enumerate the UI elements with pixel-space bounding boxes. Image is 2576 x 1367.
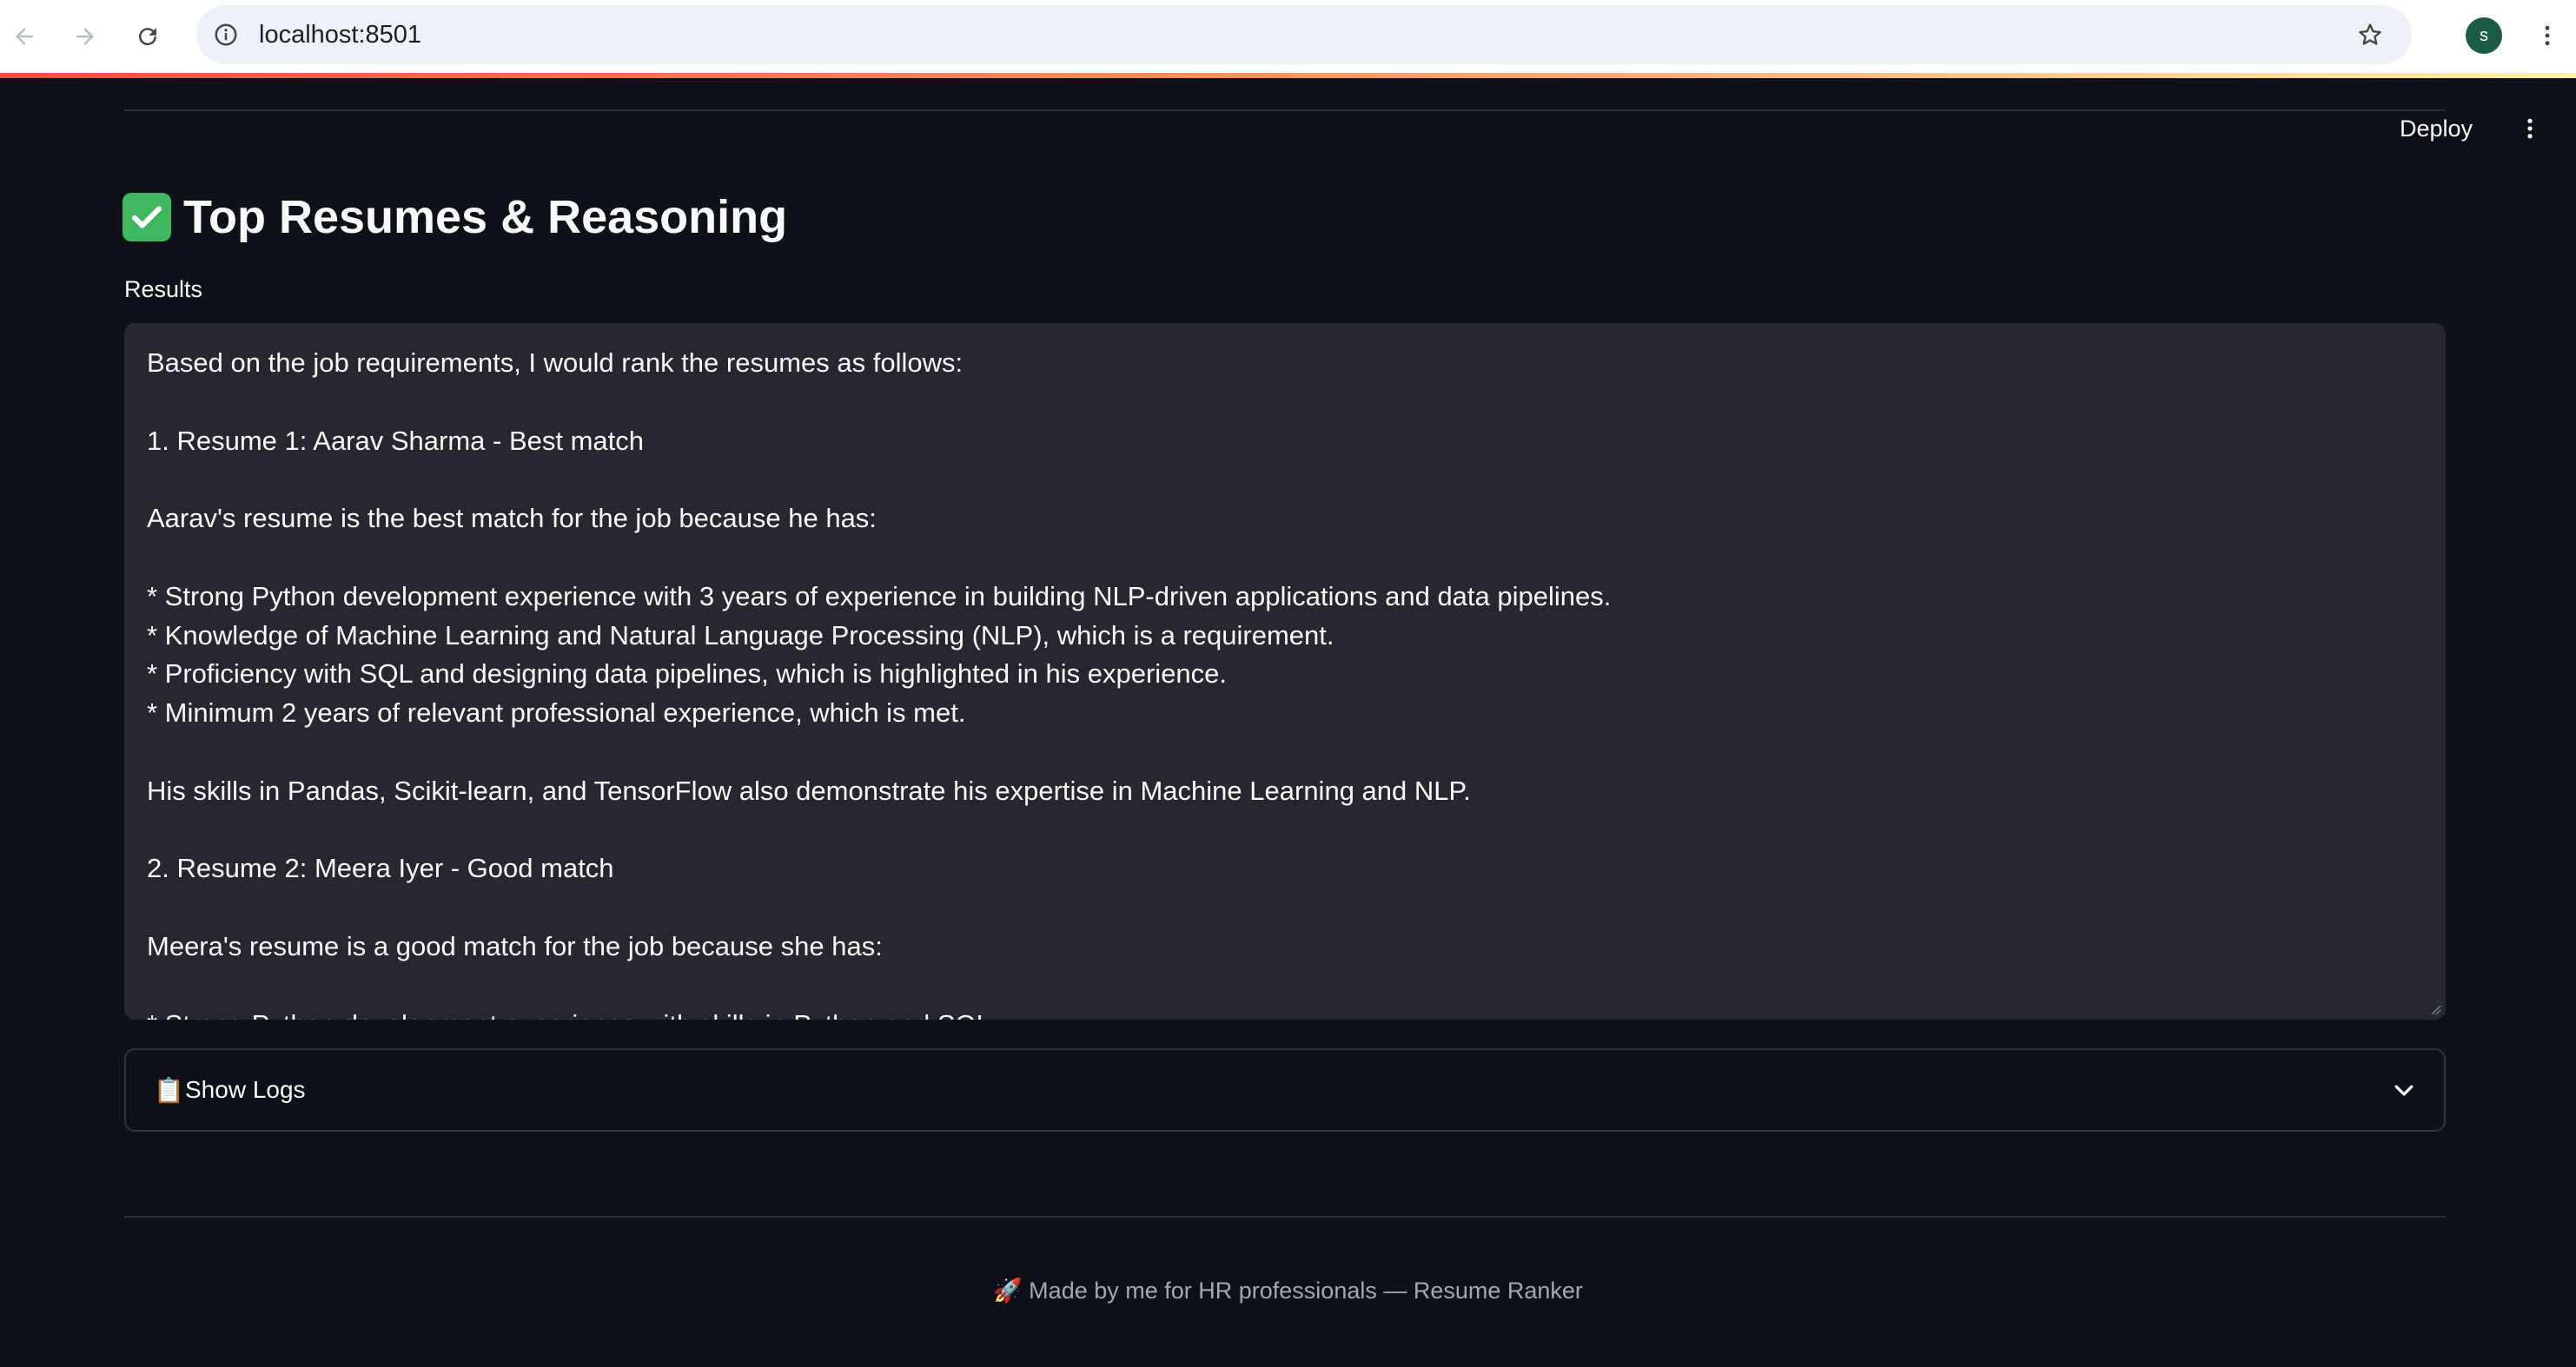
app-menu-icon[interactable] — [2513, 111, 2547, 146]
back-arrow-icon[interactable] — [3, 16, 45, 57]
page-title: Top Resumes & Reasoning — [123, 182, 787, 252]
url-text[interactable]: localhost:8501 — [259, 5, 421, 64]
browser-toolbar: localhost:8501 s — [0, 0, 2576, 73]
profile-avatar[interactable]: s — [2466, 17, 2502, 54]
check-mark-icon — [123, 193, 171, 241]
clipboard-icon: 📋 — [154, 1077, 184, 1104]
footer-text: 🚀 Made by me for HR professionals — Resu… — [993, 1278, 1583, 1304]
chevron-down-icon[interactable] — [2390, 1076, 2418, 1104]
results-text[interactable]: Based on the job requirements, I would r… — [147, 344, 2423, 1020]
address-bar[interactable]: localhost:8501 — [196, 5, 2412, 64]
kebab-menu-icon[interactable] — [2530, 17, 2565, 54]
streamlit-decoration-bar — [0, 73, 2576, 78]
deploy-button[interactable]: Deploy — [2400, 111, 2473, 146]
bookmark-star-icon[interactable] — [2354, 19, 2386, 50]
site-info-icon[interactable] — [210, 19, 242, 50]
forward-arrow-icon[interactable] — [64, 16, 106, 57]
show-logs-expander[interactable]: 📋 Show Logs — [124, 1048, 2446, 1132]
results-label: Results — [124, 276, 203, 302]
results-textarea[interactable]: Based on the job requirements, I would r… — [124, 323, 2446, 1020]
footer-divider — [124, 1216, 2446, 1218]
header-divider — [124, 109, 2446, 111]
page-title-text: Top Resumes & Reasoning — [183, 191, 788, 243]
expander-label[interactable]: Show Logs — [185, 1050, 306, 1130]
resize-grip-icon[interactable] — [2428, 1002, 2442, 1016]
reload-icon[interactable] — [127, 16, 169, 57]
